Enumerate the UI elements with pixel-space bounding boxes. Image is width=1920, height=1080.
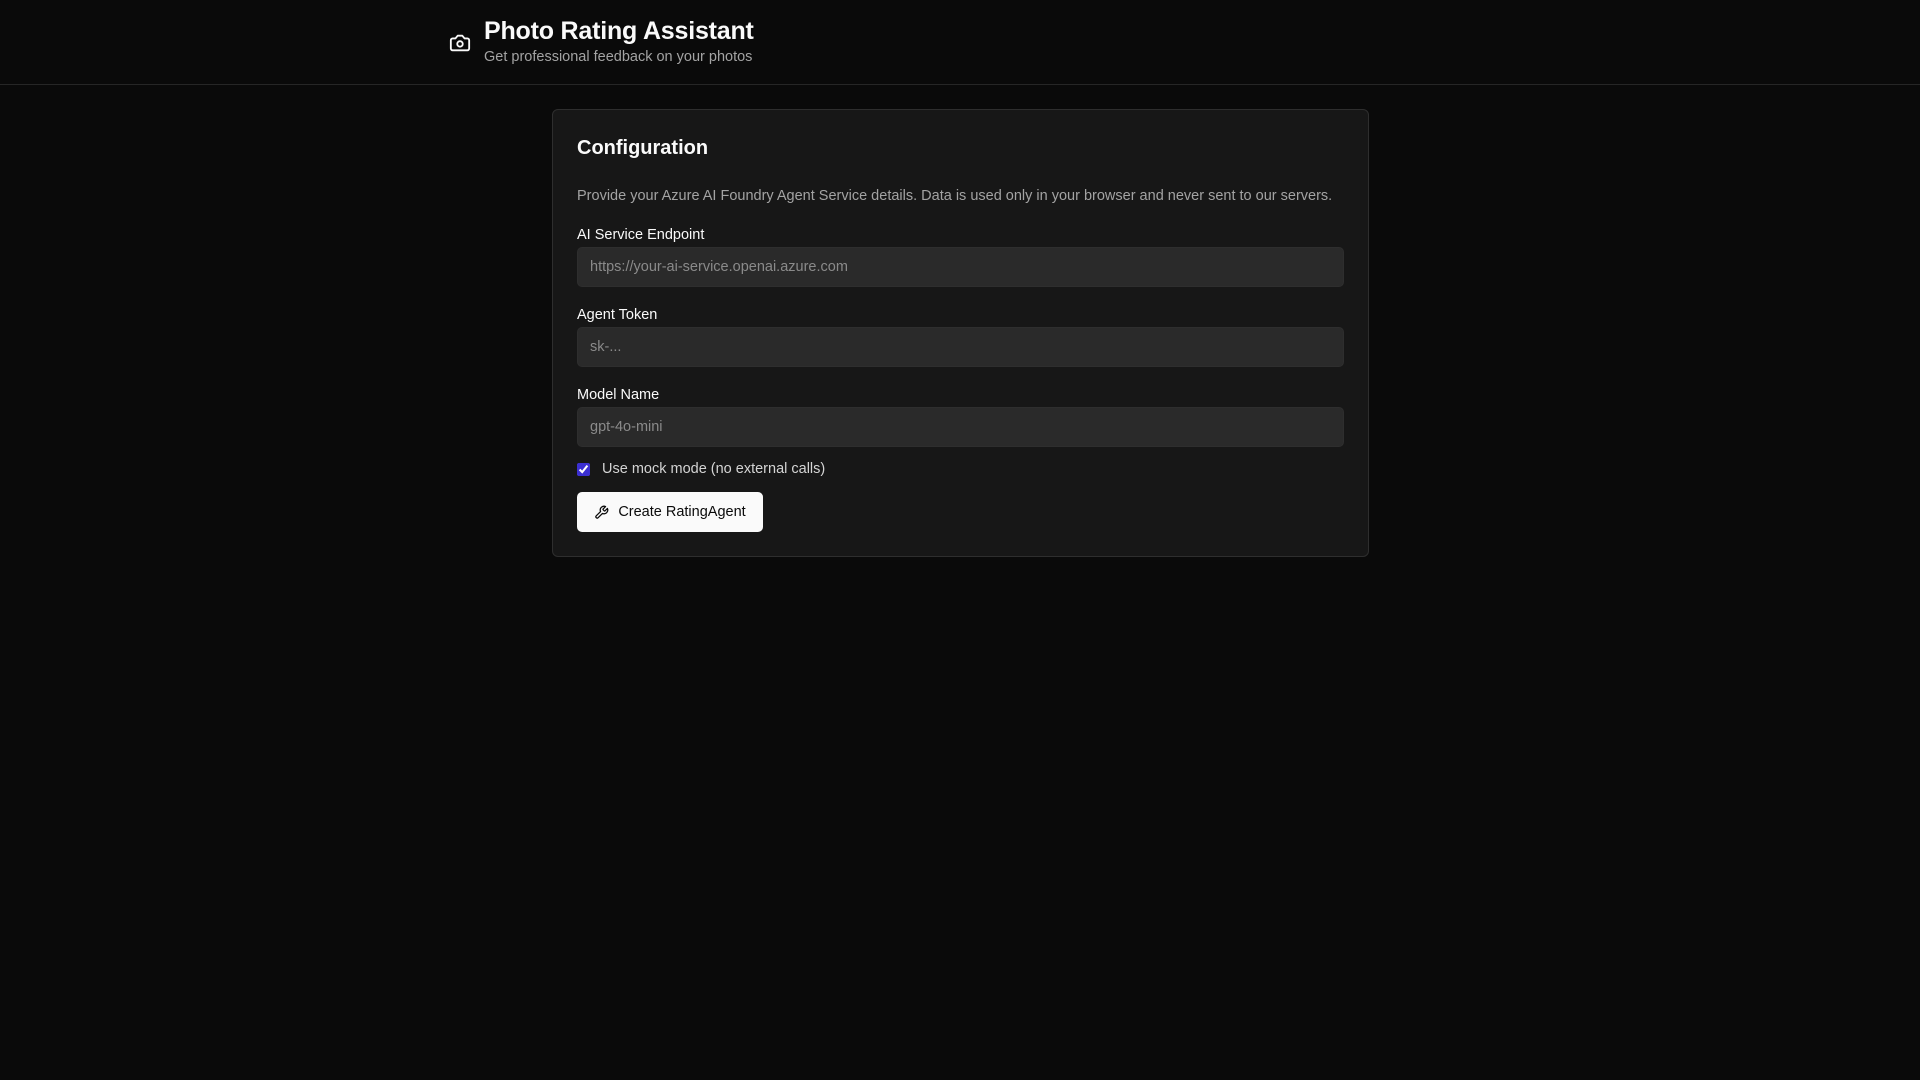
create-rating-agent-button[interactable]: Create RatingAgent [577,492,763,532]
header-brand: Photo Rating Assistant Get professional … [448,15,754,66]
model-name-label: Model Name [577,387,660,403]
configuration-title: Configuration [577,137,709,159]
wrench-icon [594,504,610,520]
mock-mode-row: Use mock mode (no external calls) [577,459,825,479]
endpoint-input[interactable] [577,247,1344,287]
app-header: Photo Rating Assistant Get professional … [0,0,1920,85]
agent-token-label: Agent Token [577,307,658,323]
app-subtitle: Get professional feedback on your photos [484,49,753,65]
app-title: Photo Rating Assistant [484,17,754,45]
camera-icon [448,31,472,55]
configuration-description: Provide your Azure AI Foundry Agent Serv… [577,188,1333,204]
create-rating-agent-label: Create RatingAgent [618,504,746,520]
mock-mode-checkbox[interactable] [577,462,590,476]
agent-token-input[interactable] [577,327,1344,367]
header-text: Photo Rating Assistant Get professional … [484,15,754,66]
configuration-card: Configuration Provide your Azure AI Foun… [552,109,1369,557]
model-name-input[interactable] [577,407,1344,447]
mock-mode-label[interactable]: Use mock mode (no external calls) [602,459,825,479]
endpoint-label: AI Service Endpoint [577,227,705,243]
